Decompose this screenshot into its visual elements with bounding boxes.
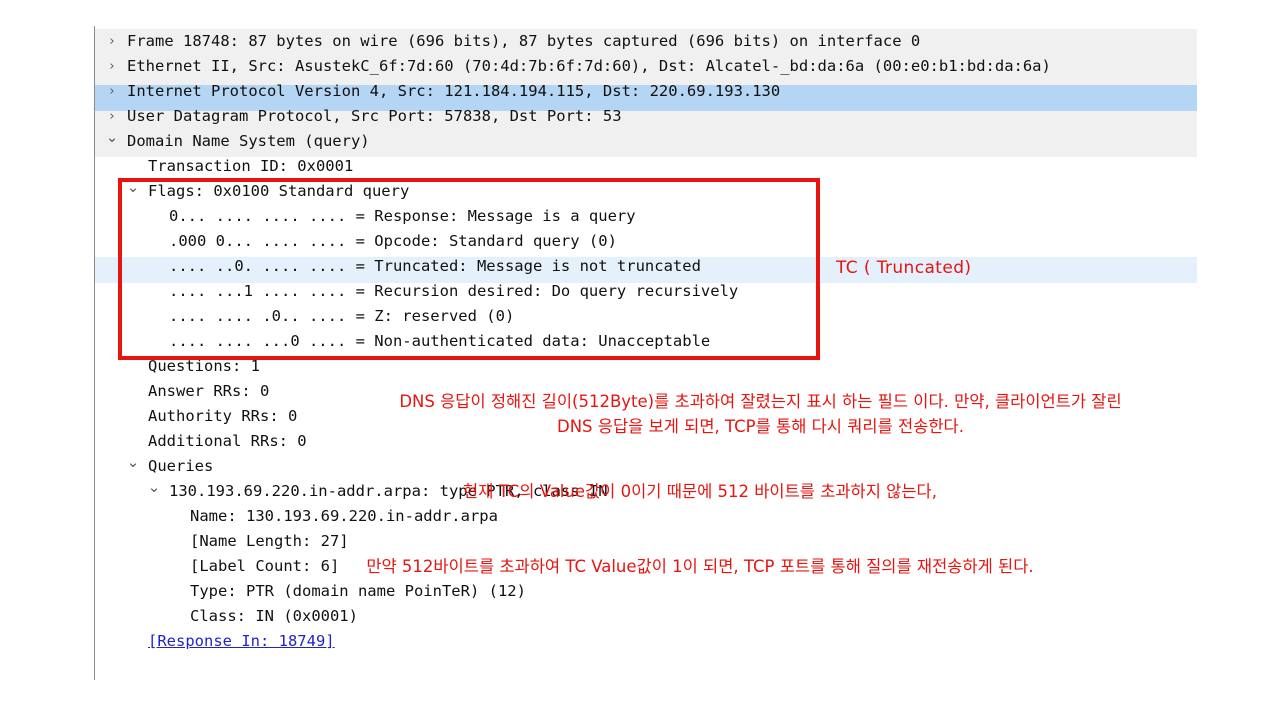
tree-row-label: Transaction ID: 0x0001 [148,157,354,175]
tree-row[interactable]: .000 0... .... .... = Opcode: Standard q… [0,229,1280,254]
tree-row-label: .... ...1 .... .... = Recursion desired:… [169,282,739,300]
tree-row-label: .... ..0. .... .... = Truncated: Message… [169,257,701,275]
chevron-down-icon[interactable]: ⌄ [126,450,140,475]
screenshot-root: › Frame 18748: 87 bytes on wire (696 bits… [0,0,1280,720]
tree-row-label: 0... .... .... .... = Response: Message … [169,207,636,225]
tree-row-label: Frame 18748: 87 bytes on wire (696 bits)… [127,32,921,50]
chevron-down-icon[interactable]: ⌄ [105,125,119,150]
tree-row[interactable]: 0... .... .... .... = Response: Message … [0,204,1280,229]
tree-row-label: Ethernet II, Src: AsustekC_6f:7d:60 (70:… [127,57,1051,75]
tree-row-label: .000 0... .... .... = Opcode: Standard q… [169,232,617,250]
tree-row[interactable]: .... ...1 .... .... = Recursion desired:… [0,279,1280,304]
tree-row-label: Domain Name System (query) [127,132,370,150]
tc-annotation-label: TC ( Truncated) [836,258,972,278]
tree-row[interactable]: › Frame 18748: 87 bytes on wire (696 bits… [0,29,1280,54]
note2-line2: 만약 512바이트를 초과하여 TC Value값이 1이 되면, TCP 포트… [366,557,1034,576]
tree-row[interactable]: ⌄ Flags: 0x0100 Standard query [0,178,1280,204]
chevron-down-icon[interactable]: ⌄ [126,175,140,200]
note2-line1: 현재 TC의 Value값이 0이기 때문에 512 바이트를 초과하지 않는다… [463,482,937,501]
tree-row[interactable]: .... .... ...0 .... = Non-authenticated … [0,329,1280,354]
tree-row-label: .... .... .0.. .... = Z: reserved (0) [169,307,515,325]
note1-line1: DNS 응답이 정해진 길이(512Byte)를 초과하여 잘렸는지 표시 하는… [399,392,1122,411]
chevron-down-icon[interactable]: ⌄ [147,475,161,500]
tree-row[interactable]: › Internet Protocol Version 4, Src: 121.1… [0,79,1280,104]
tree-row[interactable]: › User Datagram Protocol, Src Port: 57838… [0,104,1280,129]
tree-row-label: User Datagram Protocol, Src Port: 57838,… [127,107,622,125]
chevron-right-icon[interactable]: › [105,54,119,79]
tree-row-label: [Response In: 18749] [148,632,335,650]
tree-row[interactable]: › Ethernet II, Src: AsustekC_6f:7d:60 (70… [0,54,1280,79]
tree-row[interactable]: Transaction ID: 0x0001 [0,154,1280,179]
note-tc-value-explanation: 현재 TC의 Value값이 0이기 때문에 512 바이트를 초과하지 않는다… [180,429,1220,629]
chevron-right-icon[interactable]: › [105,29,119,54]
tree-row-label: Flags: 0x0100 Standard query [148,182,410,200]
tree-row[interactable]: ⌄ Domain Name System (query) [0,128,1280,154]
tree-row-label: Internet Protocol Version 4, Src: 121.18… [127,82,781,100]
chevron-right-icon[interactable]: › [105,79,119,104]
tree-row-link[interactable]: [Response In: 18749] [0,629,1280,654]
tree-row-label: .... .... ...0 .... = Non-authenticated … [169,332,711,350]
tree-row[interactable]: .... ..0. .... .... = Truncated: Message… [0,254,1280,279]
tree-row[interactable]: .... .... .0.. .... = Z: reserved (0) [0,304,1280,329]
